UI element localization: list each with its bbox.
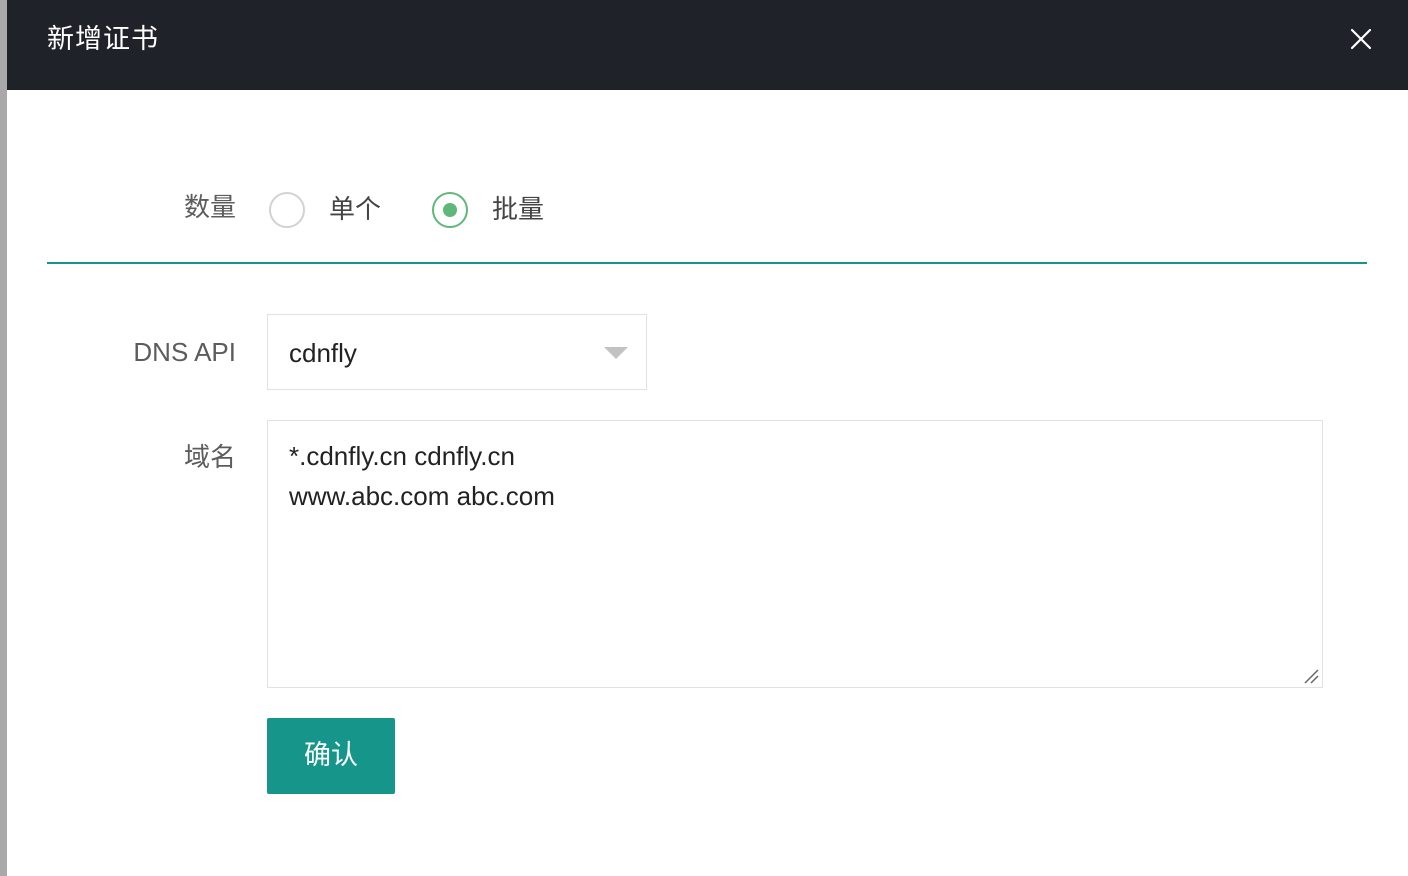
radio-single[interactable]: 单个 [269, 188, 381, 232]
confirm-button[interactable]: 确认 [267, 718, 395, 794]
radio-batch-label: 批量 [492, 195, 545, 225]
radio-batch-circle[interactable] [432, 192, 468, 228]
radio-single-label: 单个 [329, 195, 382, 225]
close-button[interactable] [1345, 23, 1377, 55]
dns-api-selected-value: cdnfly [289, 338, 357, 368]
domains-label: 域名 [183, 443, 236, 473]
domains-line-1: *.cdnfly.cn cdnfly.cn [289, 441, 515, 471]
resize-handle-icon[interactable] [1302, 667, 1320, 685]
dialog-title: 新增证书 [47, 24, 159, 55]
close-icon [1350, 28, 1372, 50]
caret-down-icon [604, 347, 628, 359]
dns-api-select[interactable]: cdnfly [267, 314, 647, 390]
radio-batch[interactable]: 批量 [432, 188, 544, 232]
domains-line-2: www.abc.com abc.com [289, 481, 555, 511]
radio-single-circle[interactable] [269, 192, 305, 228]
new-certificate-dialog: 新增证书 数量 单个 批量 DNS API cdnfly 域名 *.cdnfly… [7, 0, 1408, 876]
quantity-label: 数量 [183, 193, 236, 223]
page-backdrop [0, 0, 7, 876]
section-divider [47, 262, 1367, 264]
domains-textarea[interactable]: *.cdnfly.cn cdnfly.cn www.abc.com abc.co… [267, 420, 1323, 688]
dns-api-label: DNS API [133, 337, 236, 367]
radio-selected-dot [443, 203, 457, 217]
dialog-header: 新增证书 [7, 0, 1408, 90]
